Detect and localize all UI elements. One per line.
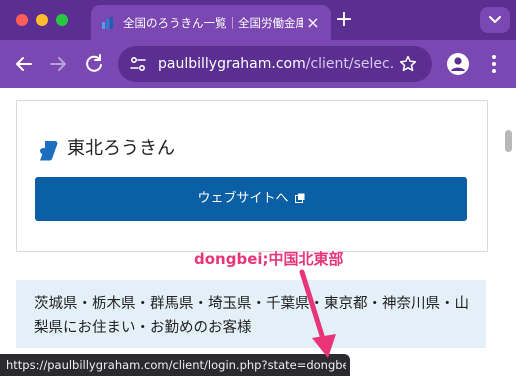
rokin-logo-icon	[40, 141, 58, 161]
external-link-icon	[294, 193, 304, 203]
status-url: https://paulbillygraham.com/client/login…	[6, 358, 346, 372]
coverage-area-text: 茨城県・栃木県・群馬県・埼玉県・千葉県・東京都・神奈川県・山梨県にお住まい・お勤…	[34, 296, 469, 336]
chevron-down-icon	[489, 16, 501, 23]
minimize-window-button[interactable]	[36, 14, 48, 26]
url-host: paulbillygraham.com	[158, 56, 306, 72]
link-status-bar: https://paulbillygraham.com/client/login…	[0, 354, 350, 376]
forward-arrow-icon[interactable]	[46, 52, 70, 76]
back-arrow-icon[interactable]	[12, 52, 36, 76]
browser-tab[interactable]: 全国のろうきん一覧｜全国労働金庫協会 ×	[91, 5, 331, 40]
bookmark-star-icon[interactable]	[398, 54, 418, 74]
coverage-area-box: 茨城県・栃木県・群馬県・埼玉県・千葉県・東京都・神奈川県・山梨県にお住まい・お勤…	[16, 280, 486, 348]
annotation-label: dongbei;中国北東部	[194, 250, 344, 268]
tab-close-icon[interactable]: ×	[304, 14, 322, 32]
new-tab-icon[interactable]: +	[333, 9, 355, 31]
tab-search-button[interactable]	[480, 7, 510, 33]
close-window-button[interactable]	[16, 14, 28, 26]
browser-toolbar: paulbillygraham.com/client/selec...	[0, 40, 516, 88]
address-bar[interactable]: paulbillygraham.com/client/selec...	[118, 46, 432, 82]
tab-title: 全国のろうきん一覧｜全国労働金庫協会	[123, 16, 303, 30]
url-path: /client/selec...	[305, 56, 394, 72]
scrollbar-thumb[interactable]	[505, 130, 512, 152]
site-settings-icon[interactable]	[128, 54, 148, 74]
profile-avatar-icon[interactable]	[446, 52, 470, 76]
fullscreen-window-button[interactable]	[56, 14, 68, 26]
website-button-label: ウェブサイトへ	[197, 191, 289, 206]
favicon-icon	[102, 17, 113, 29]
more-menu-icon[interactable]	[484, 52, 504, 76]
website-button[interactable]: ウェブサイトへ	[35, 177, 467, 221]
page-viewport: 東北ろうきん ウェブサイトへ 茨城県・栃木県・群馬県・埼玉県・千葉県・東京都・神…	[0, 88, 516, 376]
reload-icon[interactable]	[82, 52, 106, 76]
bank-name: 東北ろうきん	[67, 138, 175, 159]
url-text: paulbillygraham.com/client/selec...	[158, 55, 394, 73]
tab-strip: 全国のろうきん一覧｜全国労働金庫協会 × +	[0, 0, 516, 40]
bank-card: 東北ろうきん ウェブサイトへ	[16, 100, 488, 252]
